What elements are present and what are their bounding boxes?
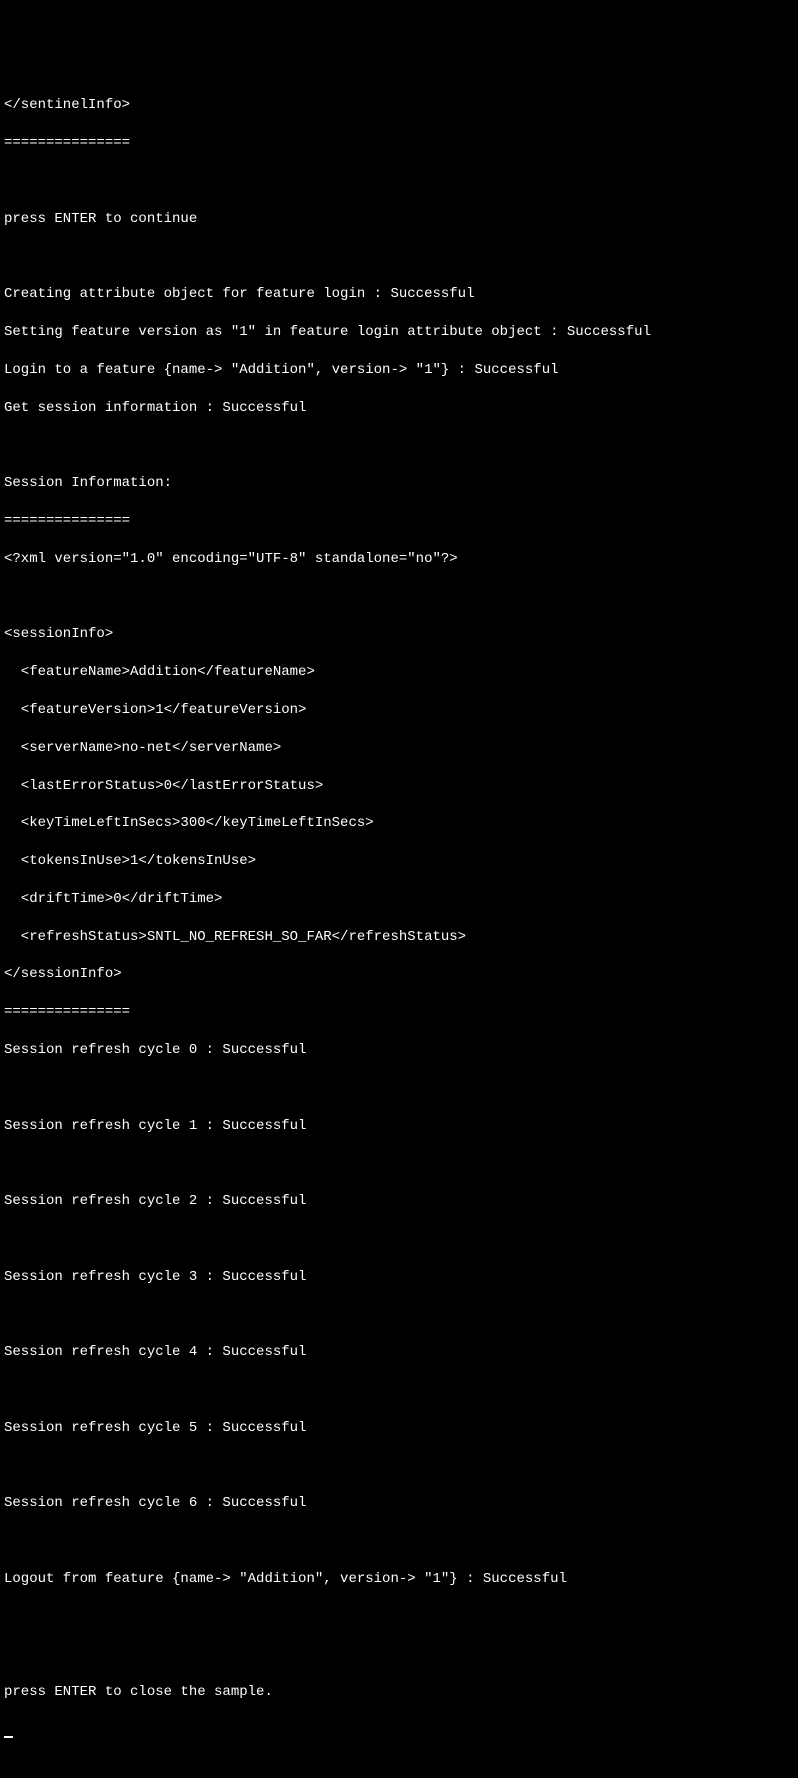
output-line: <tokensInUse>1</tokensInUse> [4, 852, 794, 871]
output-line [4, 1532, 794, 1551]
output-line: =============== [4, 1003, 794, 1022]
output-line: </sentinelInfo> [4, 96, 794, 115]
output-line: <?xml version="1.0" encoding="UTF-8" sta… [4, 550, 794, 569]
output-line: =============== [4, 512, 794, 531]
output-line: Setting feature version as "1" in featur… [4, 323, 794, 342]
output-line [4, 588, 794, 607]
output-line: <refreshStatus>SNTL_NO_REFRESH_SO_FAR</r… [4, 928, 794, 947]
output-line: Session refresh cycle 0 : Successful [4, 1041, 794, 1060]
output-line: </sessionInfo> [4, 965, 794, 984]
output-line: Session refresh cycle 4 : Successful [4, 1343, 794, 1362]
output-line [4, 1457, 794, 1476]
cursor-icon [4, 1736, 13, 1738]
output-line: Session Information: [4, 474, 794, 493]
output-line [4, 1305, 794, 1324]
output-line [4, 248, 794, 267]
output-line: Session refresh cycle 5 : Successful [4, 1419, 794, 1438]
output-line [4, 1230, 794, 1249]
output-line [4, 1381, 794, 1400]
output-line [4, 436, 794, 455]
output-line: <featureVersion>1</featureVersion> [4, 701, 794, 720]
output-line: Login to a feature {name-> "Addition", v… [4, 361, 794, 380]
output-line: <sessionInfo> [4, 625, 794, 644]
output-line: Creating attribute object for feature lo… [4, 285, 794, 304]
output-line [4, 1645, 794, 1664]
output-line: Session refresh cycle 2 : Successful [4, 1192, 794, 1211]
output-line: press ENTER to continue [4, 210, 794, 229]
output-line [4, 1608, 794, 1627]
output-line: <featureName>Addition</featureName> [4, 663, 794, 682]
output-line [4, 1079, 794, 1098]
output-line: Session refresh cycle 3 : Successful [4, 1268, 794, 1287]
output-line: =============== [4, 134, 794, 153]
output-line: <driftTime>0</driftTime> [4, 890, 794, 909]
output-line: Session refresh cycle 6 : Successful [4, 1494, 794, 1513]
cursor-line [4, 1721, 794, 1740]
output-line: <lastErrorStatus>0</lastErrorStatus> [4, 777, 794, 796]
output-line [4, 1154, 794, 1173]
output-line: <serverName>no-net</serverName> [4, 739, 794, 758]
output-line: Get session information : Successful [4, 399, 794, 418]
output-line: Session refresh cycle 1 : Successful [4, 1117, 794, 1136]
terminal-output[interactable]: </sentinelInfo> =============== press EN… [4, 78, 794, 1759]
output-line [4, 172, 794, 191]
output-line: Logout from feature {name-> "Addition", … [4, 1570, 794, 1589]
output-line: <keyTimeLeftInSecs>300</keyTimeLeftInSec… [4, 814, 794, 833]
output-line: press ENTER to close the sample. [4, 1683, 794, 1702]
